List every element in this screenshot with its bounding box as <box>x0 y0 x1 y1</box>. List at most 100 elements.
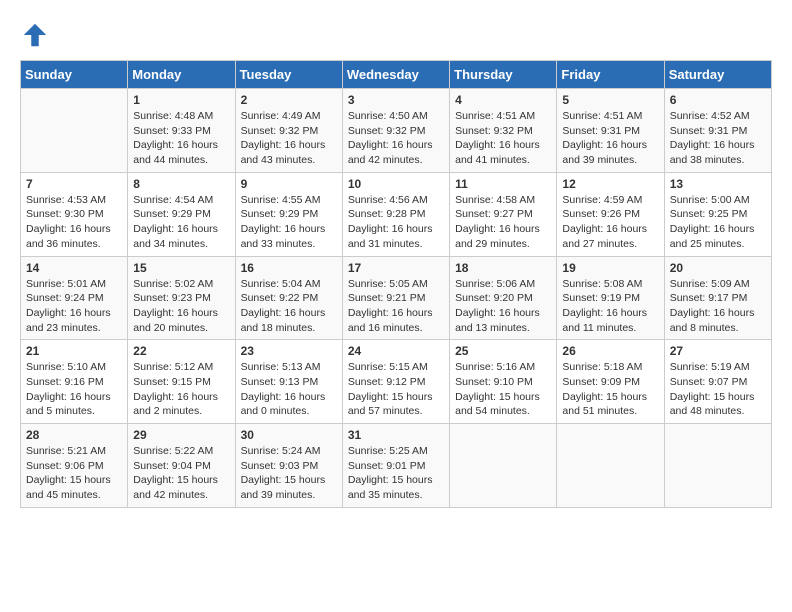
calendar-cell: 11Sunrise: 4:58 AM Sunset: 9:27 PM Dayli… <box>450 172 557 256</box>
logo-icon <box>20 20 50 50</box>
day-number: 12 <box>562 177 658 191</box>
calendar-cell: 19 Sunrise: 5:08 AM Sunset: 9:19 PM Dayli… <box>557 256 664 340</box>
calendar-cell <box>557 424 664 508</box>
calendar-cell <box>21 89 128 173</box>
calendar-cell: 9 Sunrise: 4:55 AM Sunset: 9:29 PM Daylig… <box>235 172 342 256</box>
calendar-table: SundayMondayTuesdayWednesdayThursdayFrid… <box>20 60 772 508</box>
day-number: 9 <box>241 177 337 191</box>
day-info: Sunrise: 5:13 AM Sunset: 9:13 PM Dayligh… <box>241 360 337 419</box>
calendar-cell: 28Sunrise: 5:21 AM Sunset: 9:06 PM Dayli… <box>21 424 128 508</box>
day-number: 29 <box>133 428 229 442</box>
day-info: Sunrise: 5:10 AM Sunset: 9:16 PM Dayligh… <box>26 360 122 419</box>
day-number: 17 <box>348 261 444 275</box>
day-number: 2 <box>241 93 337 107</box>
day-info: Sunrise: 4:55 AM Sunset: 9:29 PM Dayligh… <box>241 193 337 252</box>
day-number: 10 <box>348 177 444 191</box>
day-of-week-header: Friday <box>557 61 664 89</box>
day-info: Sunrise: 5:16 AM Sunset: 9:10 PM Dayligh… <box>455 360 551 419</box>
day-number: 27 <box>670 344 766 358</box>
calendar-cell: 26Sunrise: 5:18 AM Sunset: 9:09 PM Dayli… <box>557 340 664 424</box>
calendar-week-row: 14Sunrise: 5:01 AM Sunset: 9:24 PM Dayli… <box>21 256 772 340</box>
day-info: Sunrise: 5:24 AM Sunset: 9:03 PM Dayligh… <box>241 444 337 503</box>
calendar-cell: 20 Sunrise: 5:09 AM Sunset: 9:17 PM Dayli… <box>664 256 771 340</box>
day-of-week-header: Sunday <box>21 61 128 89</box>
day-number: 16 <box>241 261 337 275</box>
calendar-week-row: 1 Sunrise: 4:48 AM Sunset: 9:33 PM Daylig… <box>21 89 772 173</box>
day-info: Sunrise: 5:21 AM Sunset: 9:06 PM Dayligh… <box>26 444 122 503</box>
day-of-week-header: Saturday <box>664 61 771 89</box>
logo <box>20 20 54 50</box>
day-info: Sunrise: 4:50 AM Sunset: 9:32 PM Dayligh… <box>348 109 444 168</box>
calendar-cell: 23 Sunrise: 5:13 AM Sunset: 9:13 PM Dayli… <box>235 340 342 424</box>
day-info: Sunrise: 5:22 AM Sunset: 9:04 PM Dayligh… <box>133 444 229 503</box>
day-number: 4 <box>455 93 551 107</box>
calendar-cell <box>664 424 771 508</box>
day-info: Sunrise: 4:51 AM Sunset: 9:31 PM Dayligh… <box>562 109 658 168</box>
calendar-cell: 5Sunrise: 4:51 AM Sunset: 9:31 PM Daylig… <box>557 89 664 173</box>
calendar-cell: 21 Sunrise: 5:10 AM Sunset: 9:16 PM Dayli… <box>21 340 128 424</box>
day-info: Sunrise: 5:12 AM Sunset: 9:15 PM Dayligh… <box>133 360 229 419</box>
day-number: 8 <box>133 177 229 191</box>
calendar-cell: 3Sunrise: 4:50 AM Sunset: 9:32 PM Daylig… <box>342 89 449 173</box>
day-info: Sunrise: 5:09 AM Sunset: 9:17 PM Dayligh… <box>670 277 766 336</box>
calendar-cell: 22 Sunrise: 5:12 AM Sunset: 9:15 PM Dayli… <box>128 340 235 424</box>
header <box>20 20 772 50</box>
day-number: 20 <box>670 261 766 275</box>
day-info: Sunrise: 4:54 AM Sunset: 9:29 PM Dayligh… <box>133 193 229 252</box>
day-info: Sunrise: 4:56 AM Sunset: 9:28 PM Dayligh… <box>348 193 444 252</box>
day-info: Sunrise: 5:19 AM Sunset: 9:07 PM Dayligh… <box>670 360 766 419</box>
day-number: 22 <box>133 344 229 358</box>
calendar-cell: 4Sunrise: 4:51 AM Sunset: 9:32 PM Daylig… <box>450 89 557 173</box>
calendar-cell: 24 Sunrise: 5:15 AM Sunset: 9:12 PM Dayli… <box>342 340 449 424</box>
day-number: 31 <box>348 428 444 442</box>
day-info: Sunrise: 5:15 AM Sunset: 9:12 PM Dayligh… <box>348 360 444 419</box>
day-number: 19 <box>562 261 658 275</box>
day-number: 1 <box>133 93 229 107</box>
calendar-cell: 27 Sunrise: 5:19 AM Sunset: 9:07 PM Dayli… <box>664 340 771 424</box>
day-number: 23 <box>241 344 337 358</box>
calendar-cell: 14Sunrise: 5:01 AM Sunset: 9:24 PM Dayli… <box>21 256 128 340</box>
day-info: Sunrise: 5:01 AM Sunset: 9:24 PM Dayligh… <box>26 277 122 336</box>
calendar-week-row: 28Sunrise: 5:21 AM Sunset: 9:06 PM Dayli… <box>21 424 772 508</box>
day-of-week-header: Tuesday <box>235 61 342 89</box>
calendar-header-row: SundayMondayTuesdayWednesdayThursdayFrid… <box>21 61 772 89</box>
day-info: Sunrise: 4:59 AM Sunset: 9:26 PM Dayligh… <box>562 193 658 252</box>
calendar-week-row: 7 Sunrise: 4:53 AM Sunset: 9:30 PM Daylig… <box>21 172 772 256</box>
day-info: Sunrise: 4:53 AM Sunset: 9:30 PM Dayligh… <box>26 193 122 252</box>
day-info: Sunrise: 4:49 AM Sunset: 9:32 PM Dayligh… <box>241 109 337 168</box>
day-number: 11 <box>455 177 551 191</box>
calendar-cell: 12 Sunrise: 4:59 AM Sunset: 9:26 PM Dayli… <box>557 172 664 256</box>
calendar-cell: 8 Sunrise: 4:54 AM Sunset: 9:29 PM Daylig… <box>128 172 235 256</box>
day-of-week-header: Thursday <box>450 61 557 89</box>
day-info: Sunrise: 5:05 AM Sunset: 9:21 PM Dayligh… <box>348 277 444 336</box>
day-info: Sunrise: 5:08 AM Sunset: 9:19 PM Dayligh… <box>562 277 658 336</box>
calendar-cell: 18 Sunrise: 5:06 AM Sunset: 9:20 PM Dayli… <box>450 256 557 340</box>
calendar-cell: 17 Sunrise: 5:05 AM Sunset: 9:21 PM Dayli… <box>342 256 449 340</box>
day-info: Sunrise: 4:52 AM Sunset: 9:31 PM Dayligh… <box>670 109 766 168</box>
calendar-cell: 7 Sunrise: 4:53 AM Sunset: 9:30 PM Daylig… <box>21 172 128 256</box>
calendar-cell: 30Sunrise: 5:24 AM Sunset: 9:03 PM Dayli… <box>235 424 342 508</box>
calendar-cell <box>450 424 557 508</box>
day-number: 21 <box>26 344 122 358</box>
calendar-cell: 25Sunrise: 5:16 AM Sunset: 9:10 PM Dayli… <box>450 340 557 424</box>
calendar-cell: 15Sunrise: 5:02 AM Sunset: 9:23 PM Dayli… <box>128 256 235 340</box>
calendar-cell: 31 Sunrise: 5:25 AM Sunset: 9:01 PM Dayli… <box>342 424 449 508</box>
day-info: Sunrise: 5:06 AM Sunset: 9:20 PM Dayligh… <box>455 277 551 336</box>
calendar-week-row: 21 Sunrise: 5:10 AM Sunset: 9:16 PM Dayli… <box>21 340 772 424</box>
calendar-cell: 13Sunrise: 5:00 AM Sunset: 9:25 PM Dayli… <box>664 172 771 256</box>
calendar-body: 1 Sunrise: 4:48 AM Sunset: 9:33 PM Daylig… <box>21 89 772 508</box>
day-number: 24 <box>348 344 444 358</box>
day-number: 13 <box>670 177 766 191</box>
day-info: Sunrise: 4:48 AM Sunset: 9:33 PM Dayligh… <box>133 109 229 168</box>
day-number: 18 <box>455 261 551 275</box>
day-info: Sunrise: 5:25 AM Sunset: 9:01 PM Dayligh… <box>348 444 444 503</box>
day-of-week-header: Monday <box>128 61 235 89</box>
calendar-cell: 29 Sunrise: 5:22 AM Sunset: 9:04 PM Dayli… <box>128 424 235 508</box>
day-number: 7 <box>26 177 122 191</box>
calendar-cell: 6 Sunrise: 4:52 AM Sunset: 9:31 PM Daylig… <box>664 89 771 173</box>
calendar-cell: 10 Sunrise: 4:56 AM Sunset: 9:28 PM Dayli… <box>342 172 449 256</box>
day-info: Sunrise: 5:04 AM Sunset: 9:22 PM Dayligh… <box>241 277 337 336</box>
calendar-cell: 16 Sunrise: 5:04 AM Sunset: 9:22 PM Dayli… <box>235 256 342 340</box>
day-of-week-header: Wednesday <box>342 61 449 89</box>
day-number: 6 <box>670 93 766 107</box>
